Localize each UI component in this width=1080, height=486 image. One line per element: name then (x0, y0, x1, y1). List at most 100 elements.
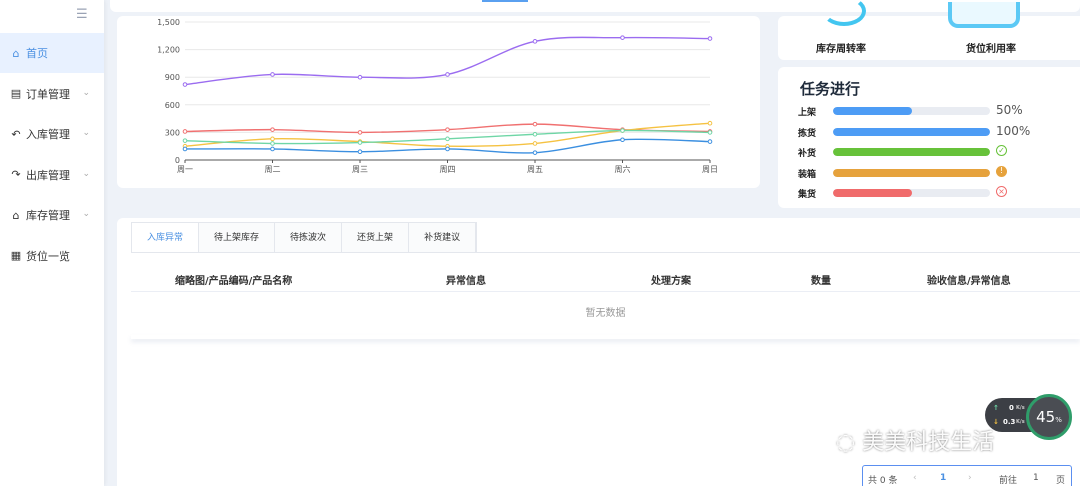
data-point[interactable] (532, 39, 538, 44)
data-point[interactable] (445, 127, 450, 132)
data-point[interactable] (707, 130, 713, 135)
data-point[interactable] (445, 136, 450, 142)
data-point[interactable] (707, 139, 713, 144)
task-row: 补货 ✓ (798, 145, 1058, 159)
data-point[interactable] (270, 141, 275, 146)
tab-3[interactable]: 还货上架 (342, 223, 410, 253)
prev-page-icon[interactable]: ‹ (913, 473, 917, 483)
location-icon: ▦ (10, 249, 22, 262)
data-point[interactable] (707, 120, 713, 126)
top-tab-strip (110, 0, 1080, 12)
line-chart: 0 300 600 900 1,200 1,500 周一 周二 周三 周四 周五 周六 周日 (157, 18, 718, 174)
column-header: 验收信息/异常信息 (927, 276, 1011, 287)
chevron-down-icon: ⌄ (82, 209, 90, 219)
memory-percent: 45 (1036, 408, 1056, 426)
data-point[interactable] (270, 127, 275, 132)
data-point[interactable] (707, 36, 713, 41)
tabs-divider (131, 252, 1080, 253)
pagination: 共 0 条 ‹ 1 › 前往 1 页 (862, 465, 1072, 486)
weekly-line-chart-card: 0 300 600 900 1,200 1,500 周一 周二 周三 周四 周五 周六 周日 (117, 16, 760, 188)
task-name: 集货 (798, 190, 817, 200)
data-point[interactable] (620, 35, 625, 40)
data-point[interactable] (445, 146, 450, 152)
data-point[interactable] (182, 82, 188, 87)
data-point[interactable] (620, 137, 625, 143)
home-icon: ⌂ (12, 46, 20, 60)
x-tick-label: 周四 (440, 165, 456, 174)
kpi-card: 库存周转率 货位利用率 (778, 0, 1080, 60)
current-page[interactable]: 1 (940, 473, 946, 483)
y-tick-label: 0 (175, 156, 180, 165)
sidebar-item-2[interactable]: ↶ 入库管理 ⌄ (0, 114, 104, 154)
active-tab-indicator (482, 0, 528, 2)
menu-fold-icon[interactable]: ☰ (76, 8, 90, 21)
sidebar-item-3[interactable]: ↷ 出库管理 ⌄ (0, 155, 104, 195)
sidebar-item-0[interactable]: ⌂ 首页 (0, 33, 104, 73)
data-point[interactable] (182, 146, 188, 152)
task-name: 补货 (798, 149, 817, 159)
sidebar-item-1[interactable]: ▤ 订单管理 ⌄ (0, 74, 104, 114)
table-tabs: 入库异常 待上架库存 待拣波次 还货上架 补货建议 (131, 222, 478, 253)
column-header: 缩略图/产品编码/产品名称 (175, 276, 293, 287)
task-percent: 50% (996, 103, 1023, 117)
data-point[interactable] (357, 149, 363, 155)
chevron-down-icon: ⌄ (82, 168, 90, 179)
tab-4[interactable]: 补货建议 (409, 223, 477, 253)
warning-icon: ! (996, 165, 1007, 177)
next-page-icon[interactable]: › (968, 473, 972, 483)
data-point[interactable] (357, 74, 363, 80)
data-point[interactable] (182, 129, 188, 134)
order-icon: ▤ (10, 87, 22, 100)
data-point[interactable] (620, 128, 625, 133)
y-tick-label: 900 (165, 73, 180, 82)
task-row: 拣货 100% (798, 124, 1058, 139)
task-progress-fill (833, 168, 990, 177)
data-point[interactable] (270, 146, 275, 152)
data-point[interactable] (532, 150, 538, 155)
sidebar-item-label: 货位一览 (26, 249, 70, 263)
data-point[interactable] (532, 141, 538, 146)
upload-arrow-icon: ↑ (993, 404, 999, 412)
column-header: 异常信息 (446, 276, 486, 287)
data-point[interactable] (532, 131, 538, 137)
task-progress-card: 任务进行 上架 50% 拣货 100% 补货 ✓ 装箱! 集货 × (778, 67, 1080, 208)
task-progress-fill (833, 107, 912, 115)
data-point[interactable] (445, 72, 450, 77)
sidebar-item-4[interactable]: ⌂ 库存管理 ⌄ (0, 195, 104, 235)
table-header: 缩略图/产品编码/产品名称 异常信息 处理方案 数量 验收信息/异常信息 (131, 264, 1080, 292)
column-header: 处理方案 (651, 276, 691, 287)
y-tick-label: 600 (165, 101, 180, 110)
data-point[interactable] (532, 121, 538, 127)
task-name: 拣货 (798, 128, 817, 139)
download-unit: K/s (1016, 419, 1025, 425)
data-point[interactable] (357, 140, 363, 145)
tab-2[interactable]: 待拣波次 (275, 223, 343, 253)
task-progress-fill (833, 127, 990, 136)
data-point[interactable] (357, 130, 363, 135)
task-row: 集货 × (798, 186, 1058, 200)
x-tick-label: 周一 (177, 165, 193, 174)
sidebar-item-label: 库存管理 (26, 209, 70, 222)
wechat-icon: ◌ (836, 430, 856, 455)
close-circle-icon: × (996, 186, 1007, 197)
task-progress-track (833, 168, 990, 177)
watermark-text: 美美科技生活 (862, 430, 995, 455)
goto-label: 前往 (999, 476, 1018, 486)
inbound-icon: ↶ (11, 127, 21, 141)
memory-usage-ring[interactable]: 45% (1026, 394, 1072, 440)
task-name: 装箱 (798, 169, 817, 180)
tab-0[interactable]: 入库异常 (132, 223, 200, 253)
turnover-gauge-icon (822, 0, 866, 26)
upload-speed: 0 (1009, 404, 1014, 412)
sidebar-item-5[interactable]: ▦ 货位一览 (0, 236, 104, 276)
data-point[interactable] (270, 136, 275, 142)
data-point[interactable] (270, 72, 275, 77)
upload-unit: K/s (1016, 405, 1025, 411)
data-point[interactable] (182, 138, 188, 143)
check-circle-icon: ✓ (996, 145, 1007, 156)
task-row: 上架 50% (798, 103, 1058, 118)
x-tick-label: 周三 (352, 165, 368, 174)
goto-page-input[interactable]: 1 (1033, 473, 1039, 483)
tab-1[interactable]: 待上架库存 (199, 223, 276, 253)
download-speed: 0.3 (1003, 418, 1016, 426)
